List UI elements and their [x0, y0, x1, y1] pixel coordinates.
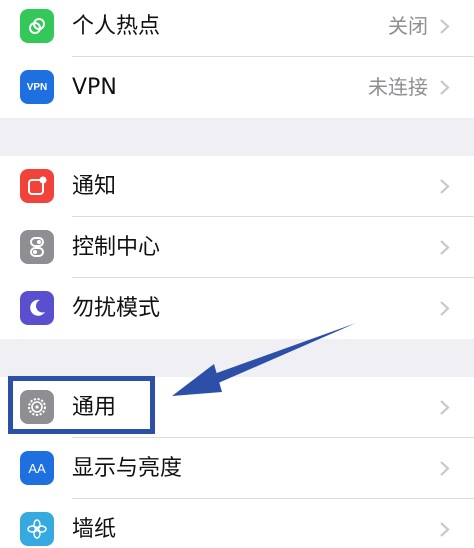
settings-row-display-brightness[interactable]: AA 显示与亮度	[0, 438, 474, 499]
control-center-icon	[20, 230, 54, 264]
settings-group-network: 个人热点 关闭 VPN VPN 未连接	[0, 0, 474, 118]
moon-icon	[20, 291, 54, 325]
chevron-right-icon	[440, 19, 450, 34]
settings-screen: 个人热点 关闭 VPN VPN 未连接 通知 控制中心 勿扰模式 通用 AA 显…	[0, 0, 474, 548]
chevron-right-icon	[440, 400, 450, 415]
vpn-icon-text: VPN	[26, 81, 48, 93]
settings-row-label: 墙纸	[72, 517, 117, 542]
settings-row-label: 个人热点	[72, 14, 161, 39]
settings-row-label: 控制中心	[72, 235, 161, 260]
settings-row-personal-hotspot[interactable]: 个人热点 关闭	[0, 0, 474, 57]
hotspot-icon	[20, 9, 54, 43]
settings-row-value: 未连接	[368, 75, 428, 99]
chevron-right-icon	[440, 80, 450, 95]
settings-row-label: 通知	[72, 174, 117, 199]
settings-group-notifications: 通知 控制中心 勿扰模式	[0, 156, 474, 339]
settings-row-label: 显示与亮度	[72, 456, 183, 481]
settings-row-vpn[interactable]: VPN VPN 未连接	[0, 57, 474, 118]
settings-row-control-center[interactable]: 控制中心	[0, 217, 474, 278]
chevron-right-icon	[440, 461, 450, 476]
chevron-right-icon	[440, 240, 450, 255]
chevron-right-icon	[440, 179, 450, 194]
display-icon-text: AA	[28, 460, 46, 476]
chevron-right-icon	[440, 301, 450, 316]
notification-icon	[20, 169, 54, 203]
settings-row-label: VPN	[72, 75, 117, 100]
chevron-right-icon	[440, 522, 450, 537]
display-icon: AA	[20, 451, 54, 485]
settings-row-notifications[interactable]: 通知	[0, 156, 474, 217]
settings-row-value: 关闭	[388, 14, 428, 38]
settings-row-label: 勿扰模式	[72, 296, 161, 321]
settings-row-do-not-disturb[interactable]: 勿扰模式	[0, 278, 474, 339]
settings-row-wallpaper[interactable]: 墙纸	[0, 499, 474, 548]
wallpaper-icon	[20, 512, 54, 546]
vpn-icon: VPN	[20, 70, 54, 104]
highlight-box	[8, 376, 155, 434]
